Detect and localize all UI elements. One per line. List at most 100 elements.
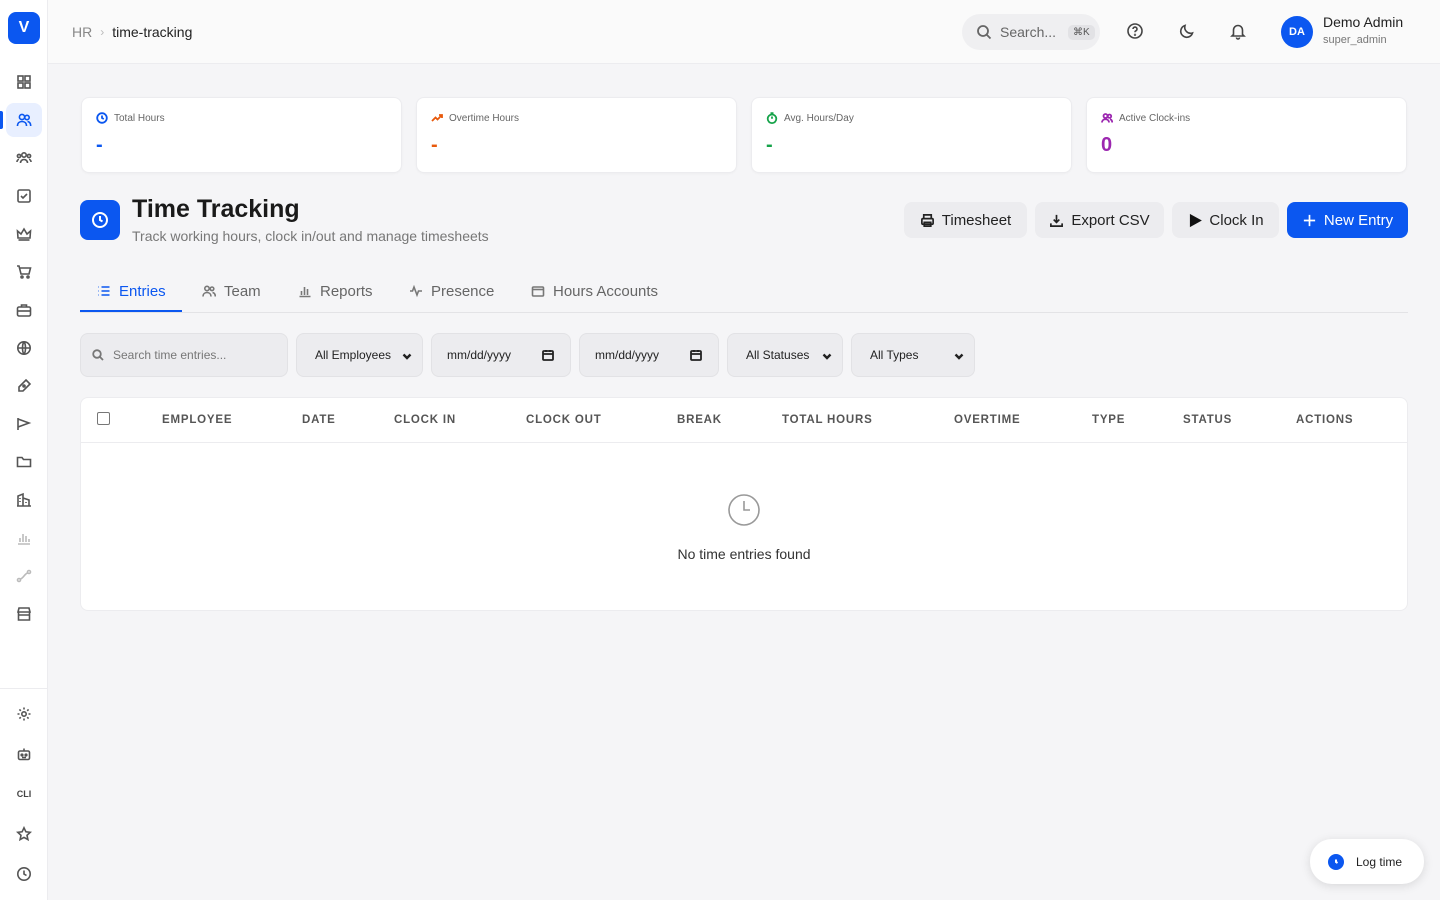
column-header-date[interactable]: DATE (302, 414, 336, 426)
users-icon (202, 285, 216, 297)
search-icon (977, 25, 992, 40)
sidebar-item-analytics[interactable] (6, 521, 42, 555)
calendar-icon (690, 349, 702, 361)
column-header-clock-in[interactable]: CLOCK IN (394, 414, 456, 426)
stat-label-wrap: Avg. Hours/Day (766, 112, 854, 124)
date-to-field[interactable]: mm/dd/yyyy (579, 333, 719, 377)
trending-up-icon (431, 114, 443, 122)
stat-label: Overtime Hours (449, 112, 520, 124)
globe-icon (17, 341, 31, 355)
sidebar: V CLI (0, 0, 48, 900)
employee-select-value: All Employees (315, 348, 392, 362)
clock-icon (17, 867, 31, 881)
sidebar-item-tasks[interactable] (6, 179, 42, 213)
type-select[interactable]: All Types (851, 333, 975, 377)
stat-label-wrap: Total Hours (96, 112, 165, 124)
sidebar-item-buildings[interactable] (6, 483, 42, 517)
sidebar-item-team[interactable] (6, 141, 42, 175)
gear-icon (17, 707, 31, 721)
tab-reports[interactable]: Reports (298, 270, 373, 312)
crown-icon (16, 227, 32, 241)
clock-in-button[interactable]: Clock In (1172, 202, 1279, 238)
sidebar-item-cli[interactable]: CLI (6, 777, 42, 811)
users-icon (16, 113, 32, 127)
sidebar-item-dashboard[interactable] (6, 65, 42, 99)
date-from-field[interactable]: mm/dd/yyyy (431, 333, 571, 377)
table-header: EMPLOYEE DATE CLOCK IN CLOCK OUT BREAK T… (81, 398, 1407, 443)
tab-bar: Entries Team Reports Presence Hours Acco… (80, 270, 1408, 313)
column-header-clock-out[interactable]: CLOCK OUT (526, 414, 602, 426)
route-icon (16, 569, 32, 583)
plus-icon (1303, 214, 1316, 226)
chevron-down-icon (822, 350, 832, 360)
help-button[interactable] (1126, 22, 1146, 42)
clock-in-label: Clock In (1209, 211, 1264, 229)
building-icon (17, 492, 31, 507)
tab-team[interactable]: Team (202, 270, 261, 312)
sidebar-item-hr[interactable] (6, 103, 42, 137)
stat-card-active-clockins: Active Clock-ins 0 (1086, 97, 1407, 173)
column-header-break[interactable]: BREAK (677, 414, 722, 426)
column-header-overtime[interactable]: OVERTIME (954, 414, 1020, 426)
sidebar-item-favorites[interactable] (6, 817, 42, 851)
sidebar-item-settings[interactable] (6, 697, 42, 731)
sidebar-item-history[interactable] (6, 857, 42, 891)
breadcrumb-current: time-tracking (112, 24, 193, 40)
date-from-value: mm/dd/yyyy (447, 348, 512, 362)
log-time-button[interactable]: Log time (1310, 839, 1424, 884)
user-name[interactable]: Demo Admin (1323, 14, 1403, 30)
column-header-status[interactable]: STATUS (1183, 414, 1232, 426)
search-entries-placeholder: Search time entries... (113, 348, 227, 362)
cli-label: CLI (16, 789, 32, 799)
search-entries-field[interactable]: Search time entries... (80, 333, 288, 377)
time-entries-table: EMPLOYEE DATE CLOCK IN CLOCK OUT BREAK T… (80, 397, 1408, 611)
stat-card-avg-hours: Avg. Hours/Day - (751, 97, 1072, 173)
timesheet-button[interactable]: Timesheet (904, 202, 1027, 238)
sidebar-item-design[interactable] (6, 369, 42, 403)
date-to-value: mm/dd/yyyy (595, 348, 660, 362)
status-select-value: All Statuses (746, 348, 810, 362)
cart-icon (17, 265, 32, 279)
theme-toggle-button[interactable] (1178, 22, 1198, 42)
global-search-button[interactable]: Search... ⌘K (962, 14, 1100, 50)
breadcrumb-separator: › (100, 25, 105, 39)
notifications-button[interactable] (1229, 22, 1249, 42)
column-header-type[interactable]: TYPE (1092, 414, 1125, 426)
sidebar-item-campaigns[interactable] (6, 407, 42, 441)
checkbox-icon (17, 189, 31, 203)
sidebar-item-files[interactable] (6, 445, 42, 479)
sidebar-item-globe[interactable] (6, 331, 42, 365)
column-header-employee[interactable]: EMPLOYEE (162, 414, 232, 426)
store-icon (16, 607, 32, 621)
new-entry-button[interactable]: New Entry (1287, 202, 1408, 238)
download-icon (1050, 214, 1064, 227)
stat-card-total-hours: Total Hours - (81, 97, 402, 173)
robot-icon (17, 748, 31, 761)
app-logo[interactable]: V (8, 12, 40, 44)
sidebar-item-crown[interactable] (6, 217, 42, 251)
tab-hours-accounts[interactable]: Hours Accounts (531, 270, 658, 312)
sidebar-item-routes[interactable] (6, 559, 42, 593)
column-header-total-hours[interactable]: TOTAL HOURS (782, 414, 873, 426)
type-select-value: All Types (870, 348, 919, 362)
clock-icon (1328, 853, 1344, 870)
stat-label: Avg. Hours/Day (784, 112, 854, 124)
sidebar-item-bot[interactable] (6, 737, 42, 771)
export-csv-button[interactable]: Export CSV (1035, 202, 1164, 238)
stat-label-wrap: Overtime Hours (431, 112, 519, 124)
team-icon (16, 151, 32, 164)
sidebar-item-shop[interactable] (6, 255, 42, 289)
sidebar-item-work[interactable] (6, 293, 42, 327)
tab-presence[interactable]: Presence (409, 270, 494, 312)
status-select[interactable]: All Statuses (727, 333, 843, 377)
user-avatar[interactable]: DA (1281, 16, 1313, 48)
breadcrumb-parent[interactable]: HR (72, 24, 92, 40)
chart-icon (18, 534, 30, 545)
employee-select[interactable]: All Employees (296, 333, 423, 377)
sidebar-divider (0, 688, 48, 689)
page-icon (80, 200, 120, 240)
search-icon (92, 349, 104, 361)
sidebar-item-store[interactable] (6, 597, 42, 631)
tab-entries[interactable]: Entries (97, 270, 166, 312)
select-all-checkbox[interactable] (97, 412, 110, 425)
